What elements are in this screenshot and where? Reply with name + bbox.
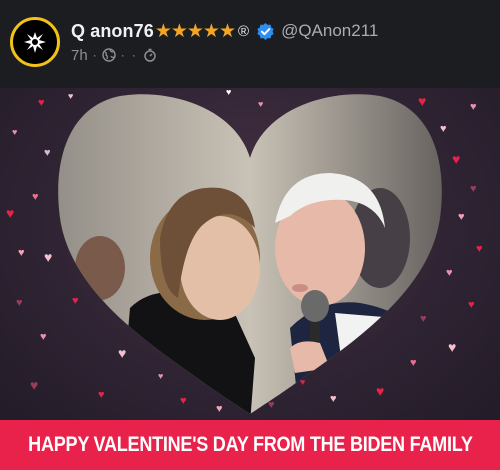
author-display-name[interactable]: Q anon76 — [71, 21, 154, 42]
post-time[interactable]: 7h — [71, 47, 88, 64]
post-image[interactable]: ♥ ♥ ♥ ♥ ♥ ♥ ♥ ♥ ♥ ♥ ♥ ♥ ♥ ♥ ♥ ♥ ♥ ♥ ♥ ♥ … — [0, 88, 500, 470]
author-handle[interactable]: @QAnon211 — [281, 21, 378, 41]
author-name-row: Q anon76 ★★★★★ ® @QAnon211 — [71, 18, 378, 44]
meta-separator: · — [92, 48, 97, 62]
verified-check-icon — [256, 22, 275, 41]
timer-icon — [143, 48, 157, 62]
image-caption: HAPPY VALENTINE'S DAY FROM THE BIDEN FAM… — [27, 433, 473, 456]
avatar-splat-icon — [13, 20, 57, 64]
globe-icon — [101, 48, 116, 62]
heart-photo — [58, 94, 442, 414]
meta-separator: · — [120, 48, 125, 62]
author-avatar[interactable] — [10, 17, 60, 67]
star-badge-icons: ★★★★★ — [154, 20, 236, 42]
heart-photo-frame — [58, 94, 442, 414]
registered-mark: ® — [238, 22, 250, 40]
post-card: Q anon76 ★★★★★ ® @QAnon211 7h · · · ♥ ♥ … — [0, 0, 500, 470]
caption-banner: HAPPY VALENTINE'S DAY FROM THE BIDEN FAM… — [0, 420, 500, 470]
post-header: Q anon76 ★★★★★ ® @QAnon211 7h · · · — [0, 0, 500, 86]
meta-separator: · — [131, 48, 136, 62]
post-meta: 7h · · · — [71, 45, 157, 65]
